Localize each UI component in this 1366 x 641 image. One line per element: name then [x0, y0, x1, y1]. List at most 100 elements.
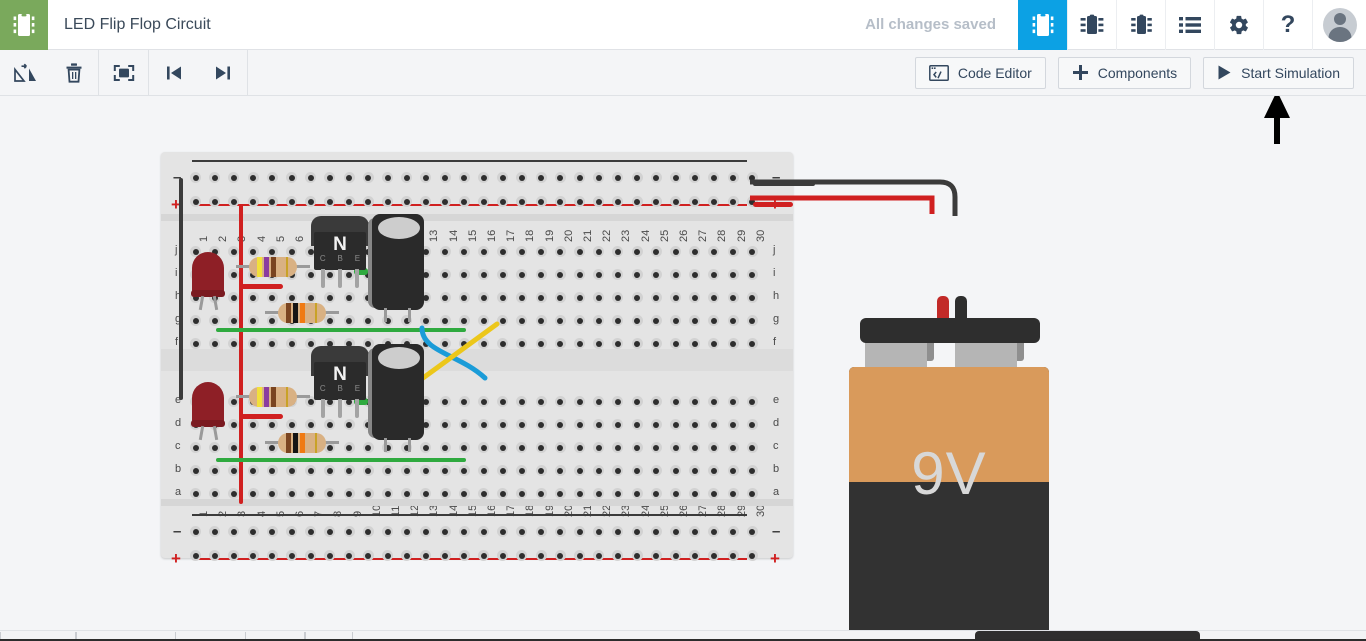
- rail-hole-neg-4[interactable]: [247, 526, 259, 537]
- hole-i25[interactable]: [650, 269, 662, 280]
- hole-c30[interactable]: [746, 442, 758, 453]
- rotate-flip-button[interactable]: [0, 50, 49, 96]
- rail-hole-neg-16[interactable]: [478, 526, 489, 537]
- hole-i15[interactable]: [458, 269, 470, 280]
- hole-e21[interactable]: [574, 396, 585, 407]
- step-back-button[interactable]: [149, 50, 198, 96]
- rail-hole-neg-8[interactable]: [324, 172, 336, 183]
- hole-e24[interactable]: [631, 396, 643, 407]
- hole-a7[interactable]: [305, 488, 317, 499]
- hole-i27[interactable]: [689, 269, 701, 280]
- hole-f19[interactable]: [535, 338, 547, 349]
- hole-b28[interactable]: [708, 465, 720, 476]
- app-logo[interactable]: [0, 0, 48, 50]
- hole-i23[interactable]: [612, 269, 624, 280]
- hole-d25[interactable]: [650, 419, 662, 430]
- rail-hole-pos-19[interactable]: [535, 550, 547, 561]
- hole-d20[interactable]: [554, 419, 566, 430]
- rail-hole-pos-29[interactable]: [727, 196, 739, 207]
- rail-hole-neg-30[interactable]: [746, 526, 758, 537]
- hole-b5[interactable]: [266, 465, 278, 476]
- hole-g23[interactable]: [612, 315, 624, 326]
- rail-hole-pos-4[interactable]: [247, 550, 259, 561]
- hole-f23[interactable]: [612, 338, 624, 349]
- rail-hole-pos-26[interactable]: [670, 550, 681, 561]
- rail-hole-neg-5[interactable]: [266, 526, 278, 537]
- hole-h17[interactable]: [497, 292, 509, 303]
- hole-c29[interactable]: [727, 442, 739, 453]
- hole-i14[interactable]: [439, 269, 451, 280]
- hole-i24[interactable]: [631, 269, 643, 280]
- hole-f1[interactable]: [190, 338, 201, 349]
- rail-hole-pos-19[interactable]: [535, 196, 547, 207]
- hole-a9[interactable]: [343, 488, 355, 499]
- hole-i29[interactable]: [727, 269, 739, 280]
- hole-h9[interactable]: [343, 292, 355, 303]
- components-list-button[interactable]: [1165, 0, 1214, 50]
- rail-hole-pos-5[interactable]: [266, 196, 278, 207]
- rail-hole-neg-22[interactable]: [593, 526, 605, 537]
- hole-d7[interactable]: [305, 419, 317, 430]
- rail-hole-pos-5[interactable]: [266, 550, 278, 561]
- hole-c25[interactable]: [650, 442, 662, 453]
- rail-hole-neg-26[interactable]: [670, 526, 681, 537]
- rail-hole-neg-17[interactable]: [497, 172, 509, 183]
- hole-c18[interactable]: [516, 442, 528, 453]
- rail-hole-neg-6[interactable]: [286, 172, 297, 183]
- hole-b21[interactable]: [574, 465, 585, 476]
- hole-g9[interactable]: [343, 315, 355, 326]
- rail-hole-neg-27[interactable]: [689, 526, 701, 537]
- hole-a13[interactable]: [420, 488, 432, 499]
- hole-f2[interactable]: [209, 338, 221, 349]
- rail-hole-neg-14[interactable]: [439, 172, 451, 183]
- hole-h27[interactable]: [689, 292, 701, 303]
- hole-j19[interactable]: [535, 246, 547, 257]
- hole-e20[interactable]: [554, 396, 566, 407]
- hole-e26[interactable]: [670, 396, 681, 407]
- hole-b19[interactable]: [535, 465, 547, 476]
- rail-hole-neg-19[interactable]: [535, 172, 547, 183]
- hole-a28[interactable]: [708, 488, 720, 499]
- hole-c16[interactable]: [478, 442, 489, 453]
- hole-a17[interactable]: [497, 488, 509, 499]
- led-top[interactable]: [191, 252, 225, 311]
- rail-hole-pos-20[interactable]: [554, 550, 566, 561]
- hole-g20[interactable]: [554, 315, 566, 326]
- rail-hole-neg-2[interactable]: [209, 526, 221, 537]
- rail-hole-neg-8[interactable]: [324, 526, 336, 537]
- hole-d28[interactable]: [708, 419, 720, 430]
- circuit-canvas[interactable]: – + – + 12345678910111213141516171819202…: [0, 96, 1366, 630]
- hole-i26[interactable]: [670, 269, 681, 280]
- hole-b10[interactable]: [362, 465, 374, 476]
- hole-j14[interactable]: [439, 246, 451, 257]
- hole-h15[interactable]: [458, 292, 470, 303]
- hole-a18[interactable]: [516, 488, 528, 499]
- hole-g30[interactable]: [746, 315, 758, 326]
- rail-hole-pos-11[interactable]: [382, 196, 393, 207]
- hole-c3[interactable]: [228, 442, 240, 453]
- rail-hole-pos-14[interactable]: [439, 196, 451, 207]
- rail-hole-neg-14[interactable]: [439, 526, 451, 537]
- hole-e30[interactable]: [746, 396, 758, 407]
- rail-hole-neg-22[interactable]: [593, 172, 605, 183]
- hole-f27[interactable]: [689, 338, 701, 349]
- hole-i16[interactable]: [478, 269, 489, 280]
- hole-a10[interactable]: [362, 488, 374, 499]
- rail-hole-neg-2[interactable]: [209, 172, 221, 183]
- hole-b1[interactable]: [190, 465, 201, 476]
- user-avatar-button[interactable]: [1312, 0, 1366, 50]
- rail-hole-pos-1[interactable]: [190, 550, 201, 561]
- hole-f5[interactable]: [266, 338, 278, 349]
- hole-b26[interactable]: [670, 465, 681, 476]
- hole-f6[interactable]: [286, 338, 297, 349]
- hole-d24[interactable]: [631, 419, 643, 430]
- rail-hole-pos-25[interactable]: [650, 196, 662, 207]
- hole-h16[interactable]: [478, 292, 489, 303]
- rail-hole-neg-6[interactable]: [286, 526, 297, 537]
- pcb-view-button[interactable]: [1116, 0, 1165, 50]
- hole-j16[interactable]: [478, 246, 489, 257]
- hole-f25[interactable]: [650, 338, 662, 349]
- hole-i19[interactable]: [535, 269, 547, 280]
- taskbar-window-3[interactable]: [245, 632, 305, 639]
- rail-hole-neg-10[interactable]: [362, 172, 374, 183]
